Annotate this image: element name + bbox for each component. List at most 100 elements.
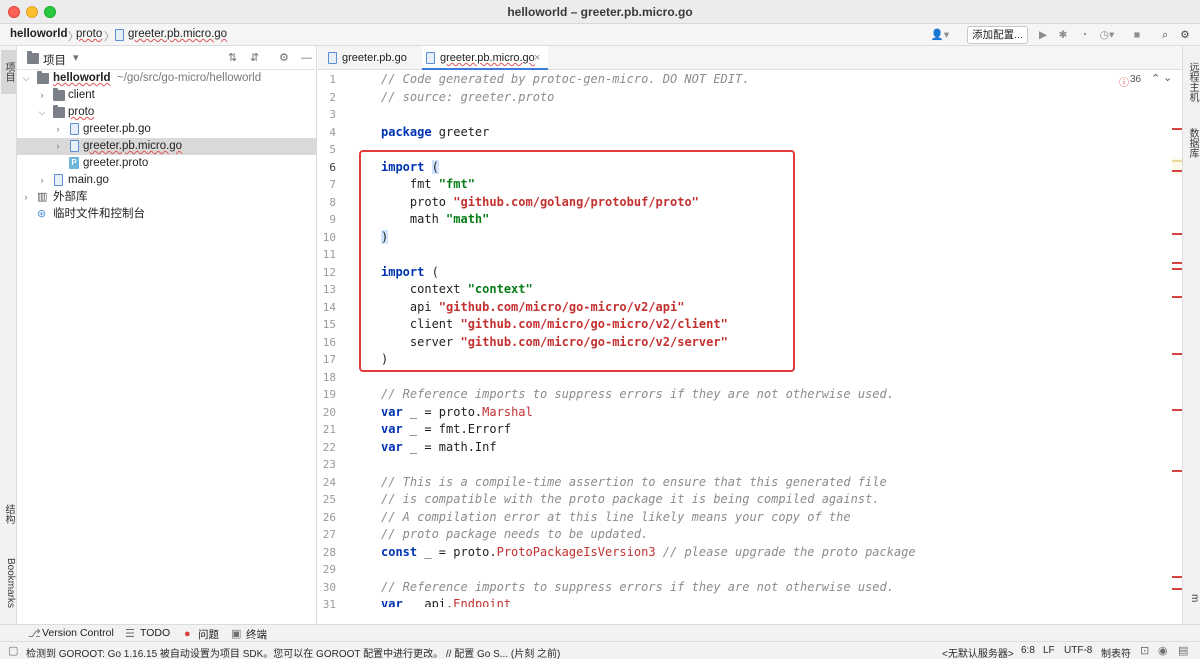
project-panel-header: 项目 ▾ ⇅ ⇵ ⚙ — bbox=[17, 46, 317, 70]
warning-icon[interactable]: ⓘ bbox=[1119, 74, 1129, 89]
tab-project[interactable]: 项目 bbox=[1, 50, 16, 94]
code-line-30: // Reference imports to suppress errors … bbox=[381, 579, 894, 594]
line-number: 11 bbox=[322, 248, 336, 261]
go-file-icon bbox=[115, 29, 124, 41]
lock-icon[interactable]: ⊡ bbox=[1140, 644, 1149, 658]
go-file-icon bbox=[426, 52, 435, 64]
search-icon[interactable]: ⌕ bbox=[1158, 27, 1172, 43]
tree-item-main-go[interactable]: › main.go bbox=[17, 172, 317, 189]
tool-terminal[interactable]: 终端 bbox=[246, 627, 267, 642]
tree-item-greeter-pb-go[interactable]: › greeter.pb.go bbox=[17, 121, 317, 138]
breadcrumb-project[interactable]: helloworld bbox=[10, 28, 68, 40]
collapse-all-icon[interactable]: ⇵ bbox=[250, 51, 259, 65]
tree-item-external-libraries[interactable]: › ▥ 外部库 bbox=[17, 189, 317, 206]
line-number: 7 bbox=[329, 178, 336, 191]
status-message[interactable]: 检测到 GOROOT: Go 1.16.15 被自动设置为项目 SDK。您可以在… bbox=[26, 645, 560, 659]
tree-item-label: proto bbox=[68, 106, 95, 118]
line-number: 2 bbox=[329, 90, 336, 104]
caret-position[interactable]: 6:8 bbox=[1021, 645, 1035, 656]
notifications-icon[interactable]: ▤ bbox=[1178, 644, 1188, 658]
tool-version-control[interactable]: Version Control bbox=[42, 627, 114, 639]
error-marker bbox=[1172, 409, 1182, 411]
stop-icon[interactable]: ■ bbox=[1130, 27, 1144, 43]
tab-greeter-pb-go[interactable]: greeter.pb.go bbox=[324, 46, 422, 70]
tree-item-scratches[interactable]: ⊛ 临时文件和控制台 bbox=[17, 206, 317, 223]
chevron-down-icon[interactable]: ⌄ bbox=[1163, 71, 1172, 84]
line-number: 21 bbox=[322, 423, 336, 436]
code-line-4: package greeter bbox=[381, 124, 490, 139]
gear-icon[interactable]: ⚙ bbox=[279, 51, 289, 65]
user-account-icon[interactable]: 👤▾ bbox=[928, 27, 952, 43]
profile-icon[interactable]: ◷▾ bbox=[1098, 27, 1116, 43]
chevron-down-icon[interactable]: ⌵ bbox=[21, 70, 31, 87]
code-line-1: // Code generated by protoc-gen-micro. D… bbox=[381, 72, 750, 86]
tab-maven[interactable]: m bbox=[1185, 588, 1200, 608]
error-marker bbox=[1172, 233, 1182, 235]
go-file-icon bbox=[328, 52, 337, 64]
project-view-icon bbox=[27, 51, 39, 64]
breadcrumb-file[interactable]: greeter.pb.micro.go bbox=[128, 28, 227, 40]
tab-remote-host[interactable]: 远程主机 bbox=[1185, 54, 1200, 110]
tree-item-client[interactable]: › client bbox=[17, 87, 317, 104]
title-bar: helloworld – greeter.pb.micro.go bbox=[0, 0, 1200, 24]
tree-item-proto[interactable]: ⌵ proto bbox=[17, 104, 317, 121]
run-icon[interactable]: ▶ bbox=[1036, 27, 1050, 43]
debug-icon[interactable]: ✱ bbox=[1056, 27, 1070, 43]
error-marker bbox=[1172, 128, 1182, 130]
line-number: 30 bbox=[322, 580, 336, 594]
chevron-right-icon[interactable]: › bbox=[53, 121, 63, 138]
line-number: 10 bbox=[322, 230, 336, 244]
editor-tab-bar: greeter.pb.go greeter.pb.micro.go × bbox=[318, 46, 1182, 70]
tree-item-greeter-pb-micro-go[interactable]: › greeter.pb.micro.go bbox=[17, 138, 317, 155]
tree-item-label: greeter.pb.go bbox=[83, 123, 151, 135]
indent-setting[interactable]: 制表符 bbox=[1101, 645, 1131, 659]
error-marker bbox=[1172, 576, 1182, 578]
tab-structure[interactable]: 结构 bbox=[1, 496, 16, 532]
hide-panel-icon[interactable]: — bbox=[301, 51, 312, 65]
error-marker bbox=[1172, 588, 1182, 590]
tool-problems[interactable]: 问题 bbox=[198, 627, 219, 642]
chevron-up-icon[interactable]: ⌃ bbox=[1151, 72, 1160, 85]
file-encoding[interactable]: UTF-8 bbox=[1064, 645, 1092, 656]
tab-label: greeter.pb.go bbox=[342, 52, 407, 64]
expand-all-icon[interactable]: ⇅ bbox=[228, 51, 237, 65]
tree-item-label: client bbox=[68, 89, 95, 101]
tree-root-path: ~/go/src/go-micro/helloworld bbox=[117, 72, 262, 84]
line-number: 19 bbox=[322, 388, 336, 401]
coverage-icon[interactable]: ◔ bbox=[1077, 27, 1091, 43]
project-panel-title[interactable]: 项目 bbox=[43, 52, 66, 68]
chevron-right-icon[interactable]: › bbox=[53, 138, 63, 155]
chevron-down-icon[interactable]: ⌵ bbox=[37, 104, 47, 121]
add-configuration-button[interactable]: 添加配置... bbox=[967, 26, 1028, 44]
chevron-down-icon[interactable]: ▾ bbox=[73, 51, 79, 65]
project-panel: 项目 ▾ ⇅ ⇵ ⚙ — ⌵ helloworld ~/go/src/go-mi… bbox=[17, 46, 317, 624]
line-number: 8 bbox=[329, 195, 336, 209]
code-line-26: // A compilation error at this line like… bbox=[381, 509, 851, 524]
chevron-right-icon[interactable]: › bbox=[21, 189, 31, 206]
line-separator[interactable]: LF bbox=[1043, 645, 1055, 656]
tab-greeter-pb-micro-go[interactable]: greeter.pb.micro.go × bbox=[422, 46, 548, 70]
breadcrumb-folder[interactable]: proto bbox=[76, 28, 102, 40]
close-tab-icon[interactable]: × bbox=[534, 46, 540, 70]
tree-item-label: greeter.proto bbox=[83, 157, 149, 169]
settings-icon[interactable]: ⚙ bbox=[1178, 27, 1192, 43]
line-number: 26 bbox=[322, 510, 336, 524]
line-number: 6 bbox=[329, 160, 336, 174]
deployment-server[interactable]: <无默认服务器> bbox=[942, 645, 1014, 659]
line-number: 12 bbox=[322, 265, 336, 279]
tab-bookmarks[interactable]: Bookmarks bbox=[1, 550, 16, 616]
line-number: 24 bbox=[322, 475, 336, 489]
tree-item-greeter-proto[interactable]: P greeter.proto bbox=[17, 155, 317, 172]
go-file-icon bbox=[70, 123, 79, 135]
inspection-icon[interactable]: ◉ bbox=[1158, 644, 1168, 658]
line-number: 31 bbox=[322, 598, 336, 611]
tree-root[interactable]: ⌵ helloworld ~/go/src/go-micro/helloworl… bbox=[17, 70, 317, 87]
tool-todo[interactable]: TODO bbox=[140, 627, 170, 639]
chevron-right-icon[interactable]: › bbox=[37, 87, 47, 104]
chevron-right-icon[interactable]: › bbox=[37, 172, 47, 189]
line-number: 9 bbox=[329, 213, 336, 226]
warnings-count[interactable]: 36 bbox=[1130, 74, 1141, 85]
tab-label: greeter.pb.micro.go bbox=[440, 52, 535, 64]
folder-icon bbox=[53, 105, 65, 118]
tab-database[interactable]: 数据库 bbox=[1185, 120, 1200, 166]
